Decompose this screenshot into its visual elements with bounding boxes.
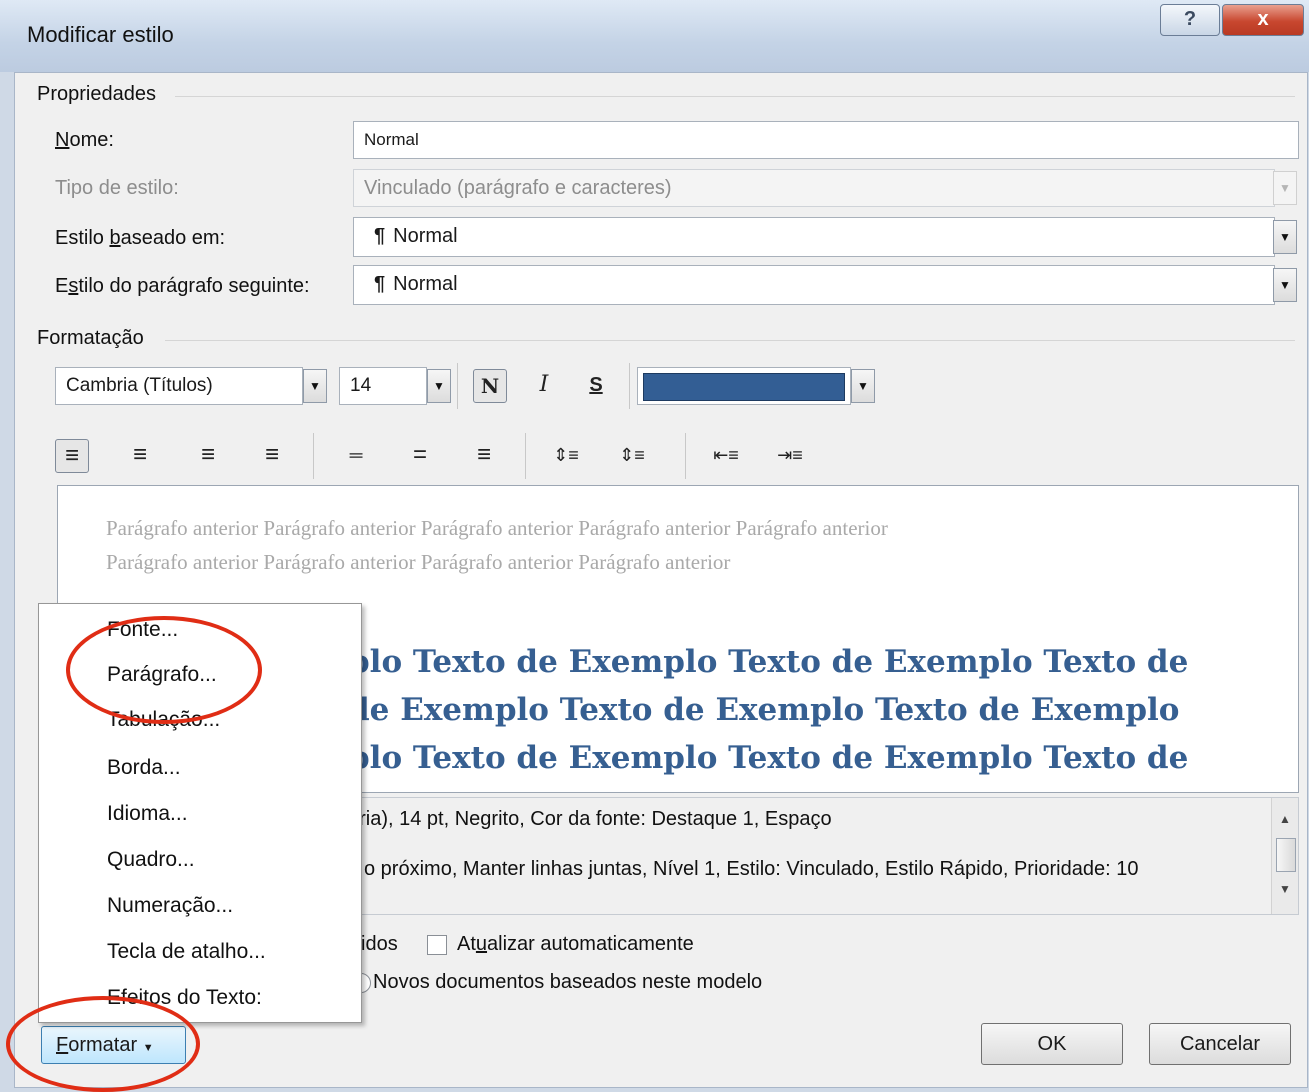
toolbar-separator <box>457 363 458 409</box>
style-type-select: Vinculado (parágrafo e caracteres) <box>353 169 1275 207</box>
style-type-label: Tipo de estilo: <box>55 177 179 199</box>
dialog-title: Modificar estilo <box>27 22 174 47</box>
add-to-quick-styles-label: idos <box>361 933 398 955</box>
toolbar-separator <box>313 433 314 479</box>
formatting-divider <box>165 340 1295 341</box>
format-menu: Fonte... Parágrafo... Tabulação... Borda… <box>38 603 362 1023</box>
underline-button[interactable]: S <box>579 369 613 403</box>
font-dropdown-arrow[interactable]: ▼ <box>303 369 327 403</box>
font-color-select[interactable] <box>637 367 851 405</box>
previous-paragraph-line: Parágrafo anterior Parágrafo anterior Pa… <box>106 516 888 540</box>
name-input[interactable]: Normal <box>353 121 1299 159</box>
menu-item-border[interactable]: Borda... <box>107 756 181 780</box>
formatting-group-label: Formatação <box>37 327 144 349</box>
double-spacing-icon[interactable]: ≡ <box>467 439 501 473</box>
decrease-indent-icon[interactable]: ⇤≡ <box>709 439 743 473</box>
scroll-thumb[interactable] <box>1276 838 1296 872</box>
sample-text-line: de Exemplo Texto de Exemplo Texto de Exe… <box>348 692 1180 728</box>
format-menu-button[interactable]: Formatar ▼ <box>41 1026 186 1064</box>
increase-indent-icon[interactable]: ⇥≡ <box>773 439 807 473</box>
properties-group-label: Propriedades <box>37 83 156 105</box>
paragraph-mark-icon: ¶ <box>374 273 386 295</box>
new-documents-label: Novos documentos baseados neste modelo <box>373 971 763 993</box>
paragraph-mark-icon: ¶ <box>374 225 386 247</box>
auto-update-label: Atualizar automaticamente <box>457 933 694 955</box>
next-paragraph-value: Normal <box>393 273 458 295</box>
toolbar-separator <box>525 433 526 479</box>
next-paragraph-label: Estilo do parágrafo seguinte: <box>55 275 310 297</box>
ok-button[interactable]: OK <box>981 1023 1123 1065</box>
size-select[interactable]: 14 <box>339 367 427 405</box>
single-spacing-icon[interactable]: ═ <box>339 439 373 473</box>
menu-item-language[interactable]: Idioma... <box>107 802 188 826</box>
align-right-icon[interactable]: ≡ <box>191 439 225 473</box>
description-line: bria), 14 pt, Negrito, Cor da fonte: Des… <box>348 808 832 830</box>
based-on-select[interactable]: ¶ Normal <box>353 217 1275 257</box>
next-paragraph-dropdown-arrow[interactable]: ▼ <box>1273 268 1297 302</box>
style-type-dropdown-arrow: ▼ <box>1273 171 1297 205</box>
menu-item-text-effects[interactable]: Efeitos do Texto: <box>107 986 262 1010</box>
menu-item-font[interactable]: Fonte... <box>107 618 178 642</box>
previous-paragraph-line: Parágrafo anterior Parágrafo anterior Pa… <box>106 550 731 574</box>
italic-button[interactable]: I <box>527 369 561 403</box>
auto-update-checkbox[interactable] <box>427 935 447 955</box>
one-and-half-spacing-icon[interactable]: = <box>403 439 437 473</box>
properties-divider <box>175 96 1295 97</box>
size-dropdown-arrow[interactable]: ▼ <box>427 369 451 403</box>
cancel-button[interactable]: Cancelar <box>1149 1023 1291 1065</box>
menu-item-tabs[interactable]: Tabulação... <box>107 708 220 732</box>
based-on-value: Normal <box>393 225 458 247</box>
increase-paragraph-spacing-icon[interactable]: ⇕≡ <box>549 439 583 473</box>
menu-item-shortcut-key[interactable]: Tecla de atalho... <box>107 940 266 964</box>
next-paragraph-select[interactable]: ¶ Normal <box>353 265 1275 305</box>
menu-item-frame[interactable]: Quadro... <box>107 848 195 872</box>
menu-item-numbering[interactable]: Numeração... <box>107 894 233 918</box>
help-button[interactable]: ? <box>1160 4 1220 36</box>
align-left-icon[interactable]: ≡ <box>55 439 89 473</box>
based-on-label: Estilo baseado em: <box>55 227 226 249</box>
decrease-paragraph-spacing-icon[interactable]: ⇕≡ <box>615 439 649 473</box>
font-select[interactable]: Cambria (Títulos) <box>55 367 303 405</box>
description-scrollbar[interactable]: ▲ ▼ <box>1271 798 1298 914</box>
menu-item-paragraph[interactable]: Parágrafo... <box>107 663 217 687</box>
close-button[interactable]: x <box>1222 4 1304 36</box>
font-color-dropdown-arrow[interactable]: ▼ <box>851 369 875 403</box>
title-bar: Modificar estilo ? x <box>0 0 1309 72</box>
toolbar-separator <box>685 433 686 479</box>
description-line: o próximo, Manter linhas juntas, Nível 1… <box>364 858 1139 880</box>
sample-text-line: plo Texto de Exemplo Texto de Exemplo Te… <box>348 740 1189 776</box>
scroll-up-icon[interactable]: ▲ <box>1272 812 1298 826</box>
align-center-icon[interactable]: ≡ <box>123 439 157 473</box>
sample-text-line: plo Texto de Exemplo Texto de Exemplo Te… <box>348 644 1189 680</box>
justify-icon[interactable]: ≡ <box>255 439 289 473</box>
bold-button[interactable]: N <box>473 369 507 403</box>
scroll-down-icon[interactable]: ▼ <box>1272 882 1298 896</box>
name-label: Nome: <box>55 129 114 151</box>
toolbar-separator <box>629 363 630 409</box>
font-color-swatch <box>643 373 845 401</box>
dropdown-caret-icon: ▼ <box>142 1042 154 1054</box>
based-on-dropdown-arrow[interactable]: ▼ <box>1273 220 1297 254</box>
